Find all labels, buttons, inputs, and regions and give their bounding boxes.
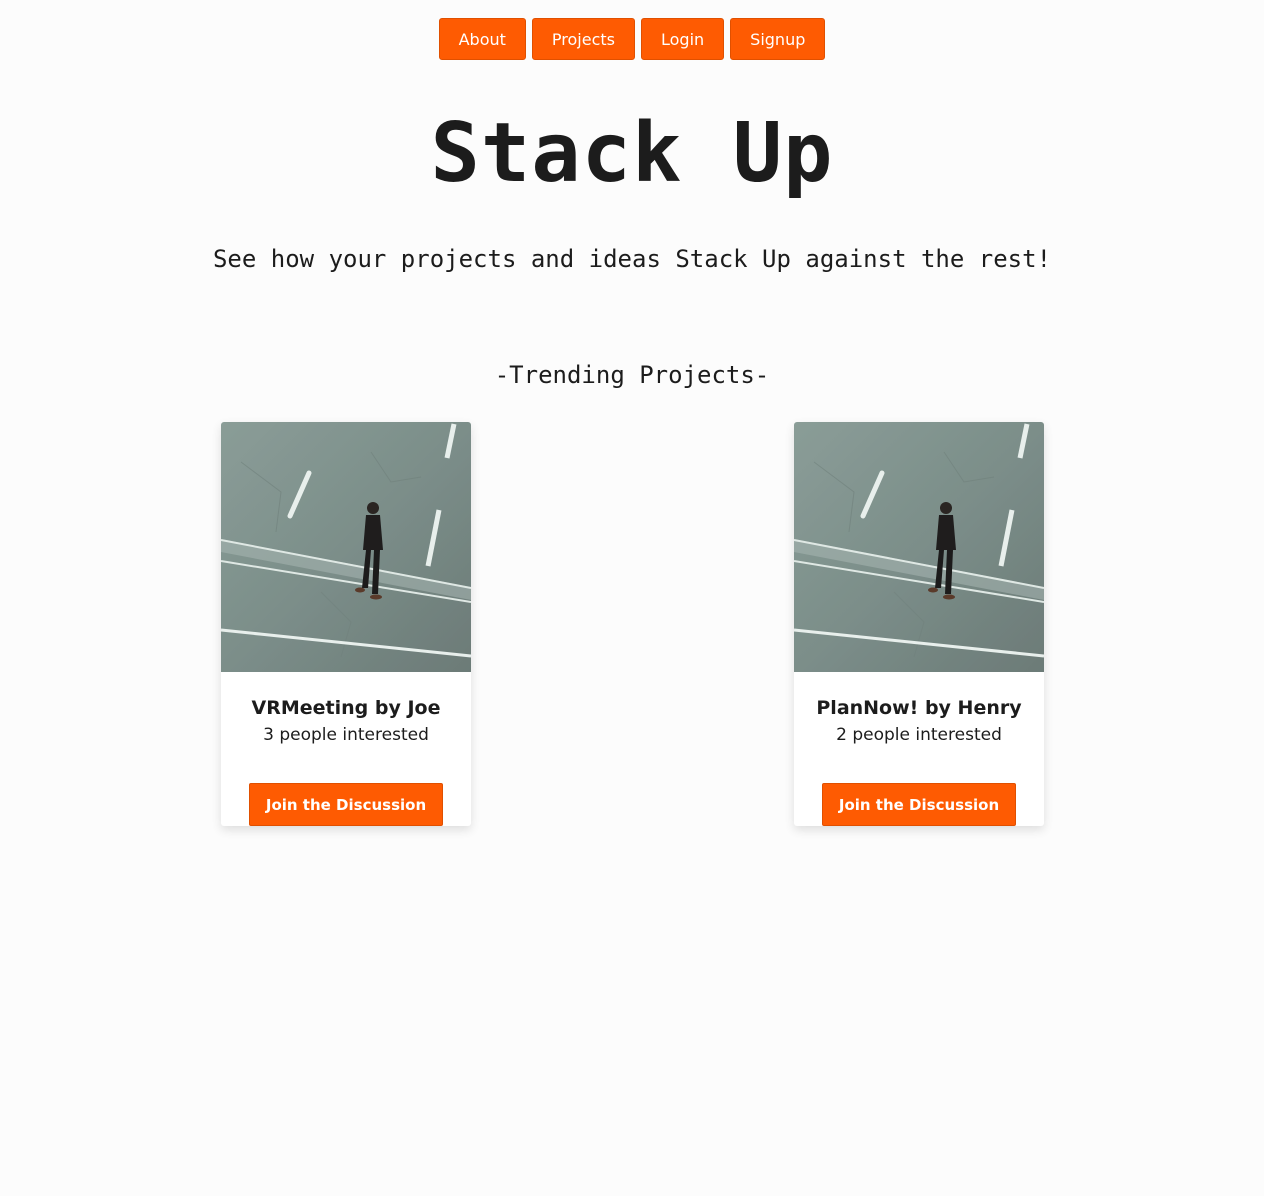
- nav-about-button[interactable]: About: [438, 18, 526, 60]
- join-discussion-button[interactable]: Join the Discussion: [249, 783, 443, 826]
- project-interest-count: 2 people interested: [836, 725, 1002, 745]
- top-nav: About Projects Login Signup: [0, 18, 1264, 60]
- project-interest-count: 3 people interested: [263, 725, 429, 745]
- project-title: PlanNow! by Henry: [816, 697, 1022, 719]
- page-subtitle: See how your projects and ideas Stack Up…: [212, 245, 1052, 273]
- page-title: Stack Up: [430, 106, 834, 201]
- nav-projects-button[interactable]: Projects: [531, 18, 635, 60]
- nav-login-button[interactable]: Login: [641, 18, 725, 60]
- project-image: [794, 422, 1044, 672]
- project-image: [221, 422, 471, 672]
- project-card: PlanNow! by Henry 2 people interested Jo…: [794, 422, 1044, 826]
- join-discussion-button[interactable]: Join the Discussion: [822, 783, 1016, 826]
- nav-signup-button[interactable]: Signup: [730, 18, 826, 60]
- project-card: VRMeeting by Joe 3 people interested Joi…: [221, 422, 471, 826]
- project-title: VRMeeting by Joe: [251, 697, 441, 719]
- trending-heading: -Trending Projects-: [494, 361, 770, 389]
